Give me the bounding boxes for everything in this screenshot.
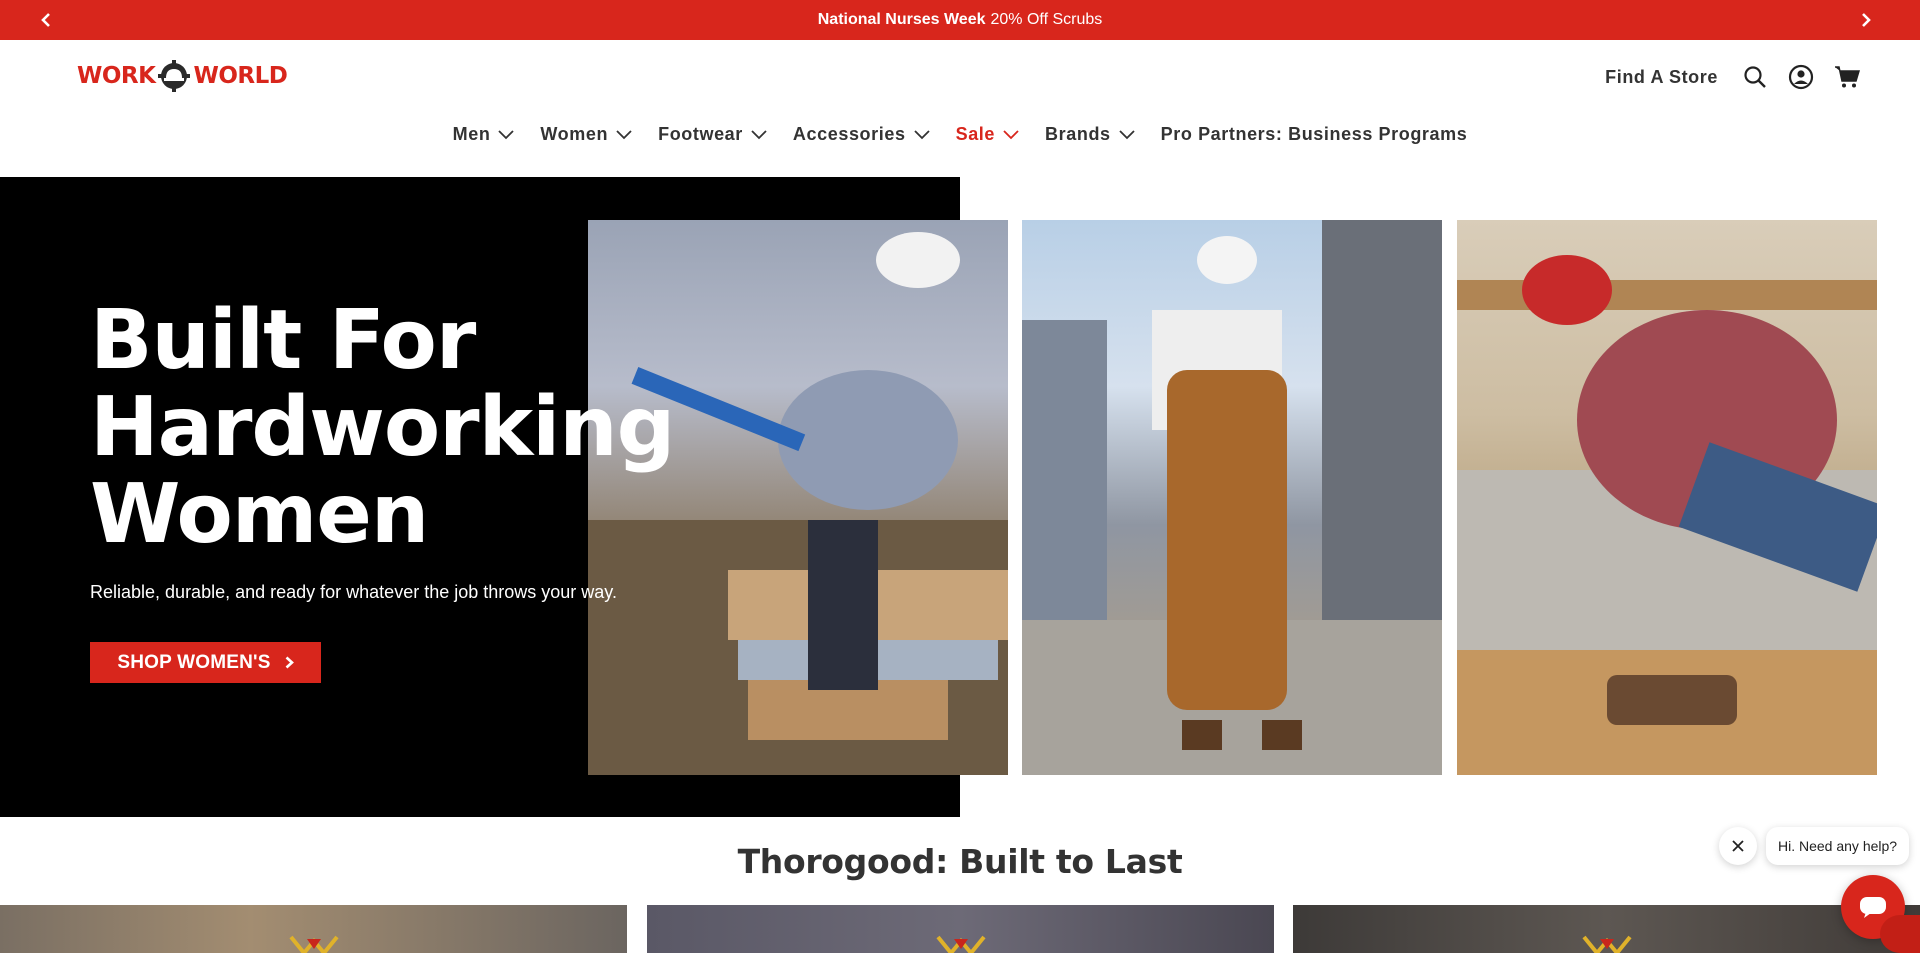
- accessibility-icon[interactable]: [1880, 915, 1920, 953]
- hero-photo-worker-bending[interactable]: [1457, 220, 1877, 775]
- nav-item-men[interactable]: Men: [440, 124, 528, 145]
- close-icon[interactable]: [1719, 827, 1757, 865]
- nav-item-brands[interactable]: Brands: [1032, 124, 1148, 145]
- nav-item-label: Footwear: [658, 124, 743, 144]
- hardhat-gear-icon: [158, 60, 191, 92]
- product-card[interactable]: [0, 905, 627, 953]
- announcement-bold: National Nurses Week: [817, 11, 986, 28]
- hero-subtitle: Reliable, durable, and ready for whateve…: [90, 582, 617, 602]
- nav-item-footwear[interactable]: Footwear: [645, 124, 780, 145]
- nav-item-sale[interactable]: Sale: [943, 124, 1032, 145]
- shop-womens-label: SHOP WOMEN'S: [117, 651, 271, 673]
- section-title: Thorogood: Built to Last: [737, 842, 1183, 881]
- logo-text-right: WORLD: [193, 63, 288, 89]
- account-icon[interactable]: [1788, 64, 1814, 90]
- shop-womens-button[interactable]: SHOP WOMEN'S: [90, 642, 321, 683]
- chevron-down-icon: [751, 129, 767, 139]
- main-nav: Men Women Footwear Accessories Sale Bran…: [0, 124, 1920, 145]
- chevron-down-icon: [1119, 129, 1135, 139]
- nav-item-label: Pro Partners: Business Programs: [1160, 124, 1468, 144]
- hero-title-line: Women: [90, 467, 429, 562]
- chevron-right-icon[interactable]: [1854, 8, 1878, 32]
- chevron-down-icon: [616, 129, 632, 139]
- chevron-right-icon: [285, 656, 294, 669]
- nav-item-women[interactable]: Women: [527, 124, 645, 145]
- logo-text-left: WORK: [77, 63, 156, 89]
- hero-title-line: Built For: [90, 293, 476, 388]
- nav-item-label: Sale: [955, 124, 996, 144]
- site-header: WORK WORLD Find A Store Men Women Footwe…: [0, 40, 1920, 177]
- nav-item-label: Accessories: [792, 124, 906, 144]
- announcement-offer: 20% Off Scrubs: [990, 11, 1103, 28]
- nav-item-label: Brands: [1045, 124, 1111, 144]
- nav-item-label: Women: [540, 124, 609, 144]
- brand-badge-icon: [935, 935, 986, 953]
- find-store-link[interactable]: Find A Store: [1605, 67, 1718, 88]
- hero-title: Built For Hardworking Women: [90, 293, 675, 562]
- announcement-text[interactable]: National Nurses Week 20% Off Scrubs: [818, 11, 1103, 29]
- nav-item-label: Men: [452, 124, 491, 144]
- hero-photo-worker-walking[interactable]: [1022, 220, 1442, 775]
- chat-prompt[interactable]: Hi. Need any help?: [1766, 827, 1910, 865]
- header-utilities: Find A Store: [1605, 64, 1860, 90]
- product-card[interactable]: [1293, 905, 1920, 953]
- hero-banner: Built For Hardworking Women Reliable, du…: [0, 177, 1920, 817]
- hero-title-line: Hardworking: [90, 380, 675, 475]
- nav-item-accessories[interactable]: Accessories: [780, 124, 943, 145]
- brand-logo[interactable]: WORK WORLD: [77, 58, 288, 94]
- chevron-down-icon: [913, 129, 930, 139]
- cart-icon[interactable]: [1834, 64, 1860, 90]
- product-card[interactable]: [647, 905, 1274, 953]
- chat-icon: [1860, 897, 1886, 918]
- brand-badge-icon: [1581, 935, 1632, 953]
- nav-item-pro-partners[interactable]: Pro Partners: Business Programs: [1148, 124, 1481, 145]
- search-icon[interactable]: [1742, 64, 1768, 90]
- chevron-down-icon: [1003, 129, 1019, 139]
- chevron-left-icon[interactable]: [34, 8, 58, 32]
- brand-badge-icon: [288, 935, 339, 953]
- announcement-bar: National Nurses Week 20% Off Scrubs: [0, 0, 1920, 40]
- chevron-down-icon: [498, 129, 515, 139]
